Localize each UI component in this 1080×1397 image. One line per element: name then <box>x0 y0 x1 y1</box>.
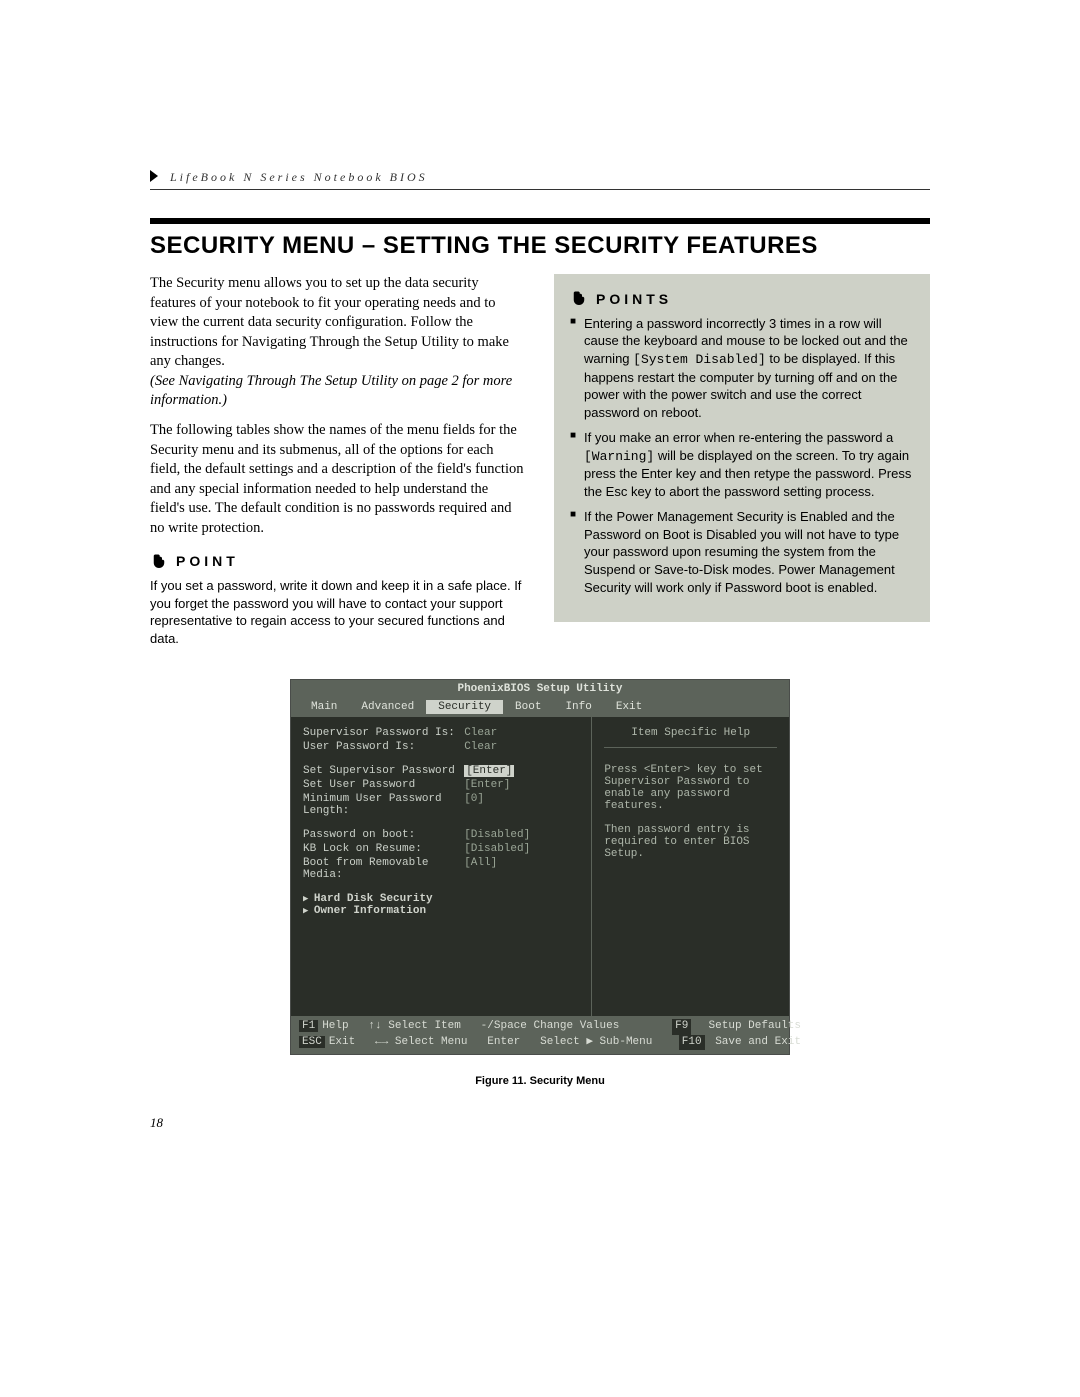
bios-field-row[interactable]: Password on boot:[Disabled] <box>303 829 579 841</box>
bios-field-label: KB Lock on Resume: <box>303 843 464 855</box>
bios-footer-row: F1 Help ↑↓ Select Item -/Space Change Val… <box>299 1019 781 1034</box>
footer-label: Help <box>322 1019 348 1034</box>
bios-menu-item-active[interactable]: Security <box>426 700 503 714</box>
points-item-text: If you make an error when re-entering th… <box>584 430 893 445</box>
header-arrow-icon <box>150 170 158 182</box>
two-column-layout: The Security menu allows you to set up t… <box>150 274 930 655</box>
points-item-text: If the Power Management Security is Enab… <box>584 509 899 594</box>
title-rule <box>150 218 930 224</box>
bios-help-pane: Item Specific Help Press <Enter> key to … <box>592 717 789 1016</box>
running-header-text: LifeBook N Series Notebook BIOS <box>170 170 428 184</box>
bios-field-value: [Disabled] <box>464 843 579 855</box>
function-key: F10 <box>679 1035 705 1050</box>
bios-footer-row: ESC Exit ←→ Select Menu Enter Select ▶ Su… <box>299 1035 781 1050</box>
bios-field-value: [0] <box>464 793 579 817</box>
running-header: LifeBook N Series Notebook BIOS <box>150 170 930 190</box>
intro-cross-reference: (See Navigating Through The Setup Utilit… <box>150 373 512 409</box>
function-key: F1 <box>299 1020 318 1032</box>
function-key: ESC <box>299 1036 325 1048</box>
bios-menu-item[interactable]: Info <box>553 700 603 714</box>
inline-code: [Warning] <box>584 449 654 464</box>
footer-label: Exit <box>329 1035 355 1050</box>
points-item: If you make an error when re-entering th… <box>570 429 914 500</box>
intro-text-1: The Security menu allows you to set up t… <box>150 275 509 369</box>
footer-label: Setup Defaults <box>709 1019 801 1034</box>
page-number: 18 <box>150 1115 930 1131</box>
footer-label: Select Item <box>388 1019 461 1034</box>
bios-field-label: Supervisor Password Is: <box>303 727 464 739</box>
left-column: The Security menu allows you to set up t… <box>150 274 526 655</box>
bios-field-value: [All] <box>464 857 579 881</box>
bios-field-value-selected: [Enter] <box>464 765 514 777</box>
arrows-horizontal-icon: ←→ <box>375 1035 388 1050</box>
bios-field-label: Password on boot: <box>303 829 464 841</box>
bios-field-row[interactable]: Supervisor Password Is:Clear <box>303 727 579 739</box>
page-title: SECURITY MENU – SETTING THE SECURITY FEA… <box>150 232 930 260</box>
spacer <box>303 819 579 829</box>
intro-paragraph-2: The following tables show the names of t… <box>150 421 526 538</box>
bios-submenu-item[interactable]: Owner Information <box>303 905 579 917</box>
point-callout-body: If you set a password, write it down and… <box>150 577 526 647</box>
pointer-icon <box>570 290 588 308</box>
footer-label: Select ▶ Sub-Menu <box>540 1035 652 1050</box>
bios-field-row[interactable]: Minimum User Password Length:[0] <box>303 793 579 817</box>
bios-body: Supervisor Password Is:Clear User Passwo… <box>291 716 789 1016</box>
bios-submenu-item[interactable]: Hard Disk Security <box>303 893 579 905</box>
bios-footer: F1 Help ↑↓ Select Item -/Space Change Val… <box>291 1016 789 1054</box>
bios-field-label: Boot from Removable Media: <box>303 857 464 881</box>
intro-paragraph-1: The Security menu allows you to set up t… <box>150 274 526 411</box>
bios-help-body: Press <Enter> key to set Supervisor Pass… <box>604 764 777 860</box>
arrows-vertical-icon: ↑↓ <box>368 1019 381 1034</box>
bios-fields-pane: Supervisor Password Is:Clear User Passwo… <box>291 717 592 1016</box>
footer-label: Change Values <box>534 1019 620 1034</box>
bios-field-label: Set Supervisor Password <box>303 765 464 777</box>
bios-help-title: Item Specific Help <box>604 727 777 748</box>
figure-caption: Figure 11. Security Menu <box>150 1075 930 1087</box>
bios-field-row[interactable]: Boot from Removable Media:[All] <box>303 857 579 881</box>
spacer <box>303 883 579 893</box>
bios-field-value: Clear <box>464 741 579 753</box>
inline-code: [System Disabled] <box>633 352 766 367</box>
bios-field-row[interactable]: User Password Is:Clear <box>303 741 579 753</box>
points-callout-header: POINTS <box>570 290 914 309</box>
point-callout-header: POINT <box>150 552 526 571</box>
footer-label: Save and Exit <box>715 1035 801 1050</box>
footer-key: -/Space <box>481 1019 527 1034</box>
document-page: LifeBook N Series Notebook BIOS SECURITY… <box>0 0 1080 1131</box>
points-list: Entering a password incorrectly 3 times … <box>570 315 914 596</box>
pointer-icon <box>150 553 168 571</box>
bios-screenshot: PhoenixBIOS Setup Utility Main Advanced … <box>290 679 790 1055</box>
bios-field-value: [Disabled] <box>464 829 579 841</box>
points-item: Entering a password incorrectly 3 times … <box>570 315 914 421</box>
function-key: F9 <box>672 1019 691 1034</box>
bios-menu-item[interactable]: Main <box>299 700 349 714</box>
bios-menu-bar: Main Advanced Security Boot Info Exit <box>291 698 789 716</box>
bios-field-row[interactable]: KB Lock on Resume:[Disabled] <box>303 843 579 855</box>
bios-field-row[interactable]: Set Supervisor Password[Enter] <box>303 765 579 777</box>
bios-field-label: User Password Is: <box>303 741 464 753</box>
points-item: If the Power Management Security is Enab… <box>570 508 914 596</box>
right-column: POINTS Entering a password incorrectly 3… <box>554 274 930 655</box>
bios-field-label: Set User Password <box>303 779 464 791</box>
footer-key: Enter <box>487 1035 520 1050</box>
points-label: POINTS <box>596 290 672 309</box>
points-callout-box: POINTS Entering a password incorrectly 3… <box>554 274 930 622</box>
point-label: POINT <box>176 552 239 571</box>
bios-field-label: Minimum User Password Length: <box>303 793 464 817</box>
footer-label: Select Menu <box>395 1035 468 1050</box>
bios-menu-item[interactable]: Boot <box>503 700 553 714</box>
bios-field-row[interactable]: Set User Password[Enter] <box>303 779 579 791</box>
bios-menu-item[interactable]: Exit <box>604 700 654 714</box>
spacer <box>303 755 579 765</box>
bios-field-value: Clear <box>464 727 579 739</box>
bios-field-value: [Enter] <box>464 779 579 791</box>
bios-menu-item[interactable]: Advanced <box>349 700 426 714</box>
bios-title-bar: PhoenixBIOS Setup Utility <box>291 680 789 698</box>
